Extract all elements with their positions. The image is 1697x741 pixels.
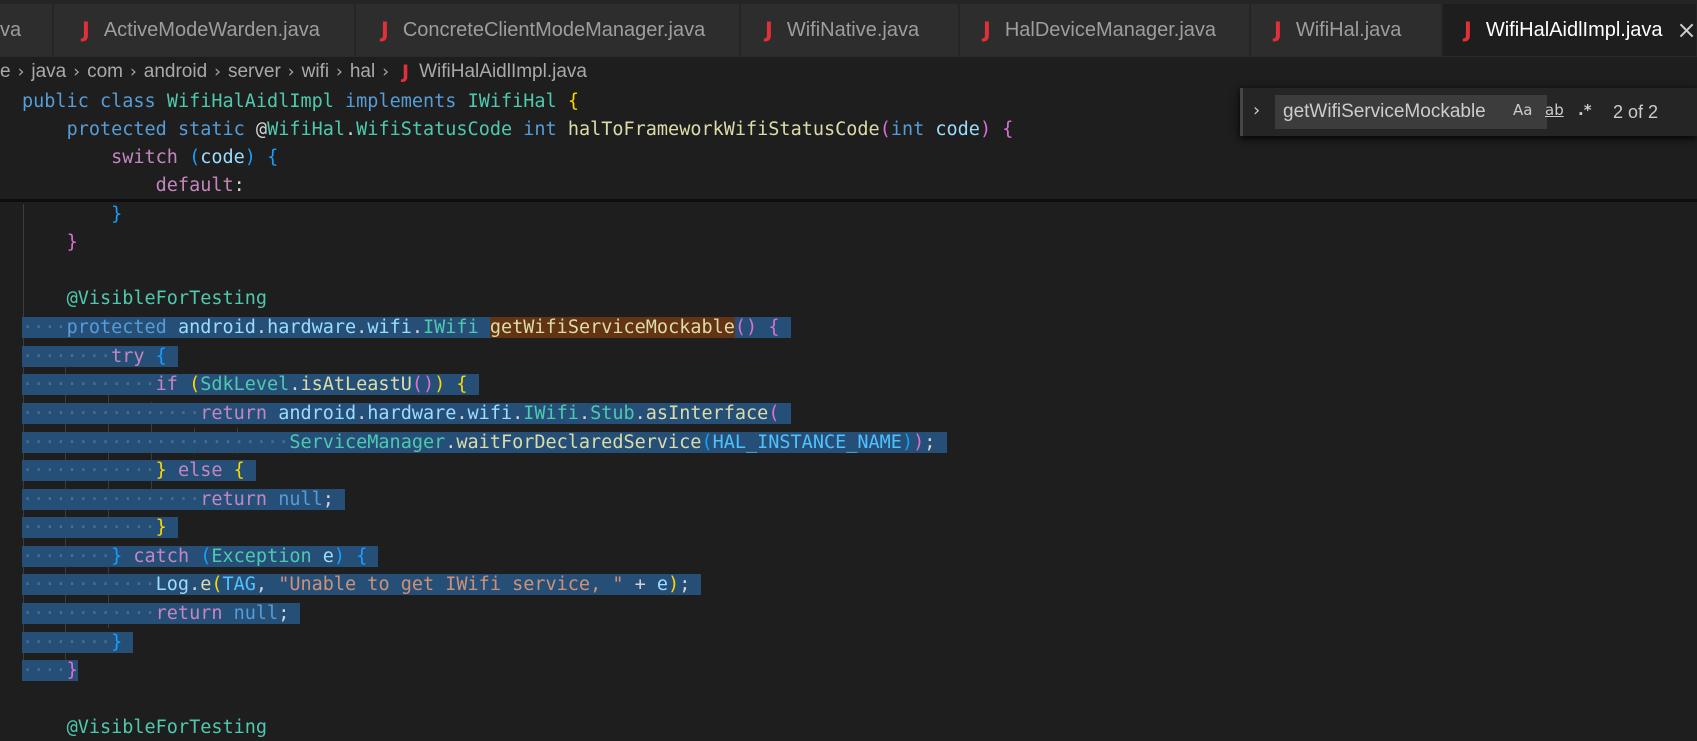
code-line-selected[interactable]: ················return android.hardware.… xyxy=(22,401,791,427)
sticky-line[interactable]: default: xyxy=(22,173,245,199)
tab-wifi-hal-aidl-impl[interactable]: J WifiHalAidlImpl.java × xyxy=(1443,4,1697,56)
java-file-icon: J xyxy=(983,18,991,42)
match-whole-word-button[interactable]: ab xyxy=(1545,101,1564,119)
tab-label: HalDeviceManager.java xyxy=(1004,18,1217,41)
chevron-right-icon: › xyxy=(73,62,81,82)
code-line[interactable]: @VisibleForTesting xyxy=(22,286,267,312)
chevron-right-icon: › xyxy=(214,62,221,82)
breadcrumb-label: android xyxy=(143,61,208,82)
code-line-selected[interactable]: ············} xyxy=(22,515,178,541)
close-tab-icon[interactable]: × xyxy=(1677,16,1696,44)
regex-button[interactable]: .* xyxy=(1578,101,1592,119)
sticky-scroll-shadow xyxy=(0,199,1697,202)
code-line-selected[interactable]: ············return null; xyxy=(22,601,301,627)
java-file-icon: J xyxy=(82,18,90,42)
java-file-icon: J xyxy=(1274,18,1282,42)
chevron-right-icon: › xyxy=(382,62,390,82)
breadcrumb-item[interactable]: hal xyxy=(350,61,375,83)
tab-active-mode-warden[interactable]: J ActiveModeWarden.java xyxy=(54,4,355,56)
toggle-replace-chevron-icon[interactable]: › xyxy=(1253,100,1260,121)
java-file-icon: J xyxy=(1464,18,1472,42)
find-widget: › getWifiServiceMockable Aa ab .* 2 of 2 xyxy=(1240,88,1697,136)
breadcrumb-item[interactable]: wifi xyxy=(302,61,329,83)
tab-label: ActiveModeWarden.java xyxy=(103,18,320,41)
tab-wifi-hal[interactable]: J WifiHal.java xyxy=(1251,4,1442,56)
code-line-selected[interactable]: ············} else { xyxy=(22,458,256,484)
code-line-selected[interactable]: ········} xyxy=(22,630,134,656)
tab-label: WifiHalAidlImpl.java xyxy=(1485,18,1663,41)
breadcrumb-file[interactable]: J WifiHalAidlImpl.java xyxy=(396,61,587,83)
code-line-selected[interactable]: ········try { xyxy=(22,344,178,370)
editor-tab-bar: va J ActiveModeWarden.java J ConcreteCli… xyxy=(0,0,1697,57)
code-line[interactable]: } xyxy=(22,230,78,256)
tab-hal-device-manager[interactable]: J HalDeviceManager.java xyxy=(960,4,1250,56)
code-line-selected[interactable]: ····protected android.hardware.wifi.IWif… xyxy=(22,315,791,341)
breadcrumb-item[interactable]: com xyxy=(87,61,123,83)
code-line-selected[interactable]: ············if (SdkLevel.isAtLeastU()) { xyxy=(22,372,479,398)
chevron-right-icon: › xyxy=(17,62,25,82)
code-line[interactable]: @VisibleForTesting xyxy=(22,715,267,741)
breadcrumb: e › java › com › android › server › wifi… xyxy=(0,56,1697,88)
breadcrumb-item[interactable]: java xyxy=(31,61,66,83)
code-line[interactable]: } xyxy=(22,202,122,228)
chevron-right-icon: › xyxy=(336,62,343,82)
breadcrumb-item[interactable]: e xyxy=(0,61,11,83)
chevron-right-icon: › xyxy=(287,62,295,82)
find-result-count: 2 of 2 xyxy=(1613,102,1659,122)
tab-wifi-native[interactable]: J WifiNative.java xyxy=(741,4,959,56)
java-file-icon: J xyxy=(381,18,389,42)
match-case-button[interactable]: Aa xyxy=(1513,101,1532,119)
breadcrumb-label: hal xyxy=(349,61,376,82)
sticky-line[interactable]: public class WifiHalAidlImpl implements … xyxy=(22,89,579,115)
code-line-selected[interactable]: ····} xyxy=(22,658,78,684)
breadcrumb-label: WifiHalAidlImpl.java xyxy=(419,61,587,82)
tab-partial[interactable]: va xyxy=(0,4,53,56)
breadcrumb-item[interactable]: server xyxy=(228,61,281,83)
tab-concrete-client-mode-manager[interactable]: J ConcreteClientModeManager.java xyxy=(356,4,740,56)
breadcrumb-label: e xyxy=(0,61,11,82)
chevron-right-icon: › xyxy=(129,62,137,82)
code-line-selected[interactable]: ················return null; xyxy=(22,487,346,513)
find-input[interactable]: getWifiServiceMockable xyxy=(1275,95,1547,129)
tab-label: WifiHal.java xyxy=(1295,18,1402,41)
code-line-selected[interactable]: ········} catch (Exception e) { xyxy=(22,544,379,570)
tab-label: va xyxy=(0,18,22,41)
breadcrumb-label: server xyxy=(227,61,281,82)
java-file-icon: J xyxy=(765,18,773,42)
sticky-line[interactable]: protected static @WifiHal.WifiStatusCode… xyxy=(22,117,1014,143)
breadcrumb-item[interactable]: android xyxy=(144,61,207,83)
tab-label: ConcreteClientModeManager.java xyxy=(402,18,706,41)
tab-label: WifiNative.java xyxy=(786,18,920,41)
sticky-line[interactable]: switch (code) { xyxy=(22,145,278,171)
java-file-icon: J xyxy=(402,61,410,83)
breadcrumb-label: wifi xyxy=(301,61,330,82)
code-line-selected[interactable]: ············Log.e(TAG, "Unable to get IW… xyxy=(22,572,702,598)
code-line-selected[interactable]: ························ServiceManager.w… xyxy=(22,430,947,456)
find-query: getWifiServiceMockable xyxy=(1283,101,1486,122)
breadcrumb-label: java xyxy=(31,61,67,82)
breadcrumb-label: com xyxy=(87,61,123,82)
